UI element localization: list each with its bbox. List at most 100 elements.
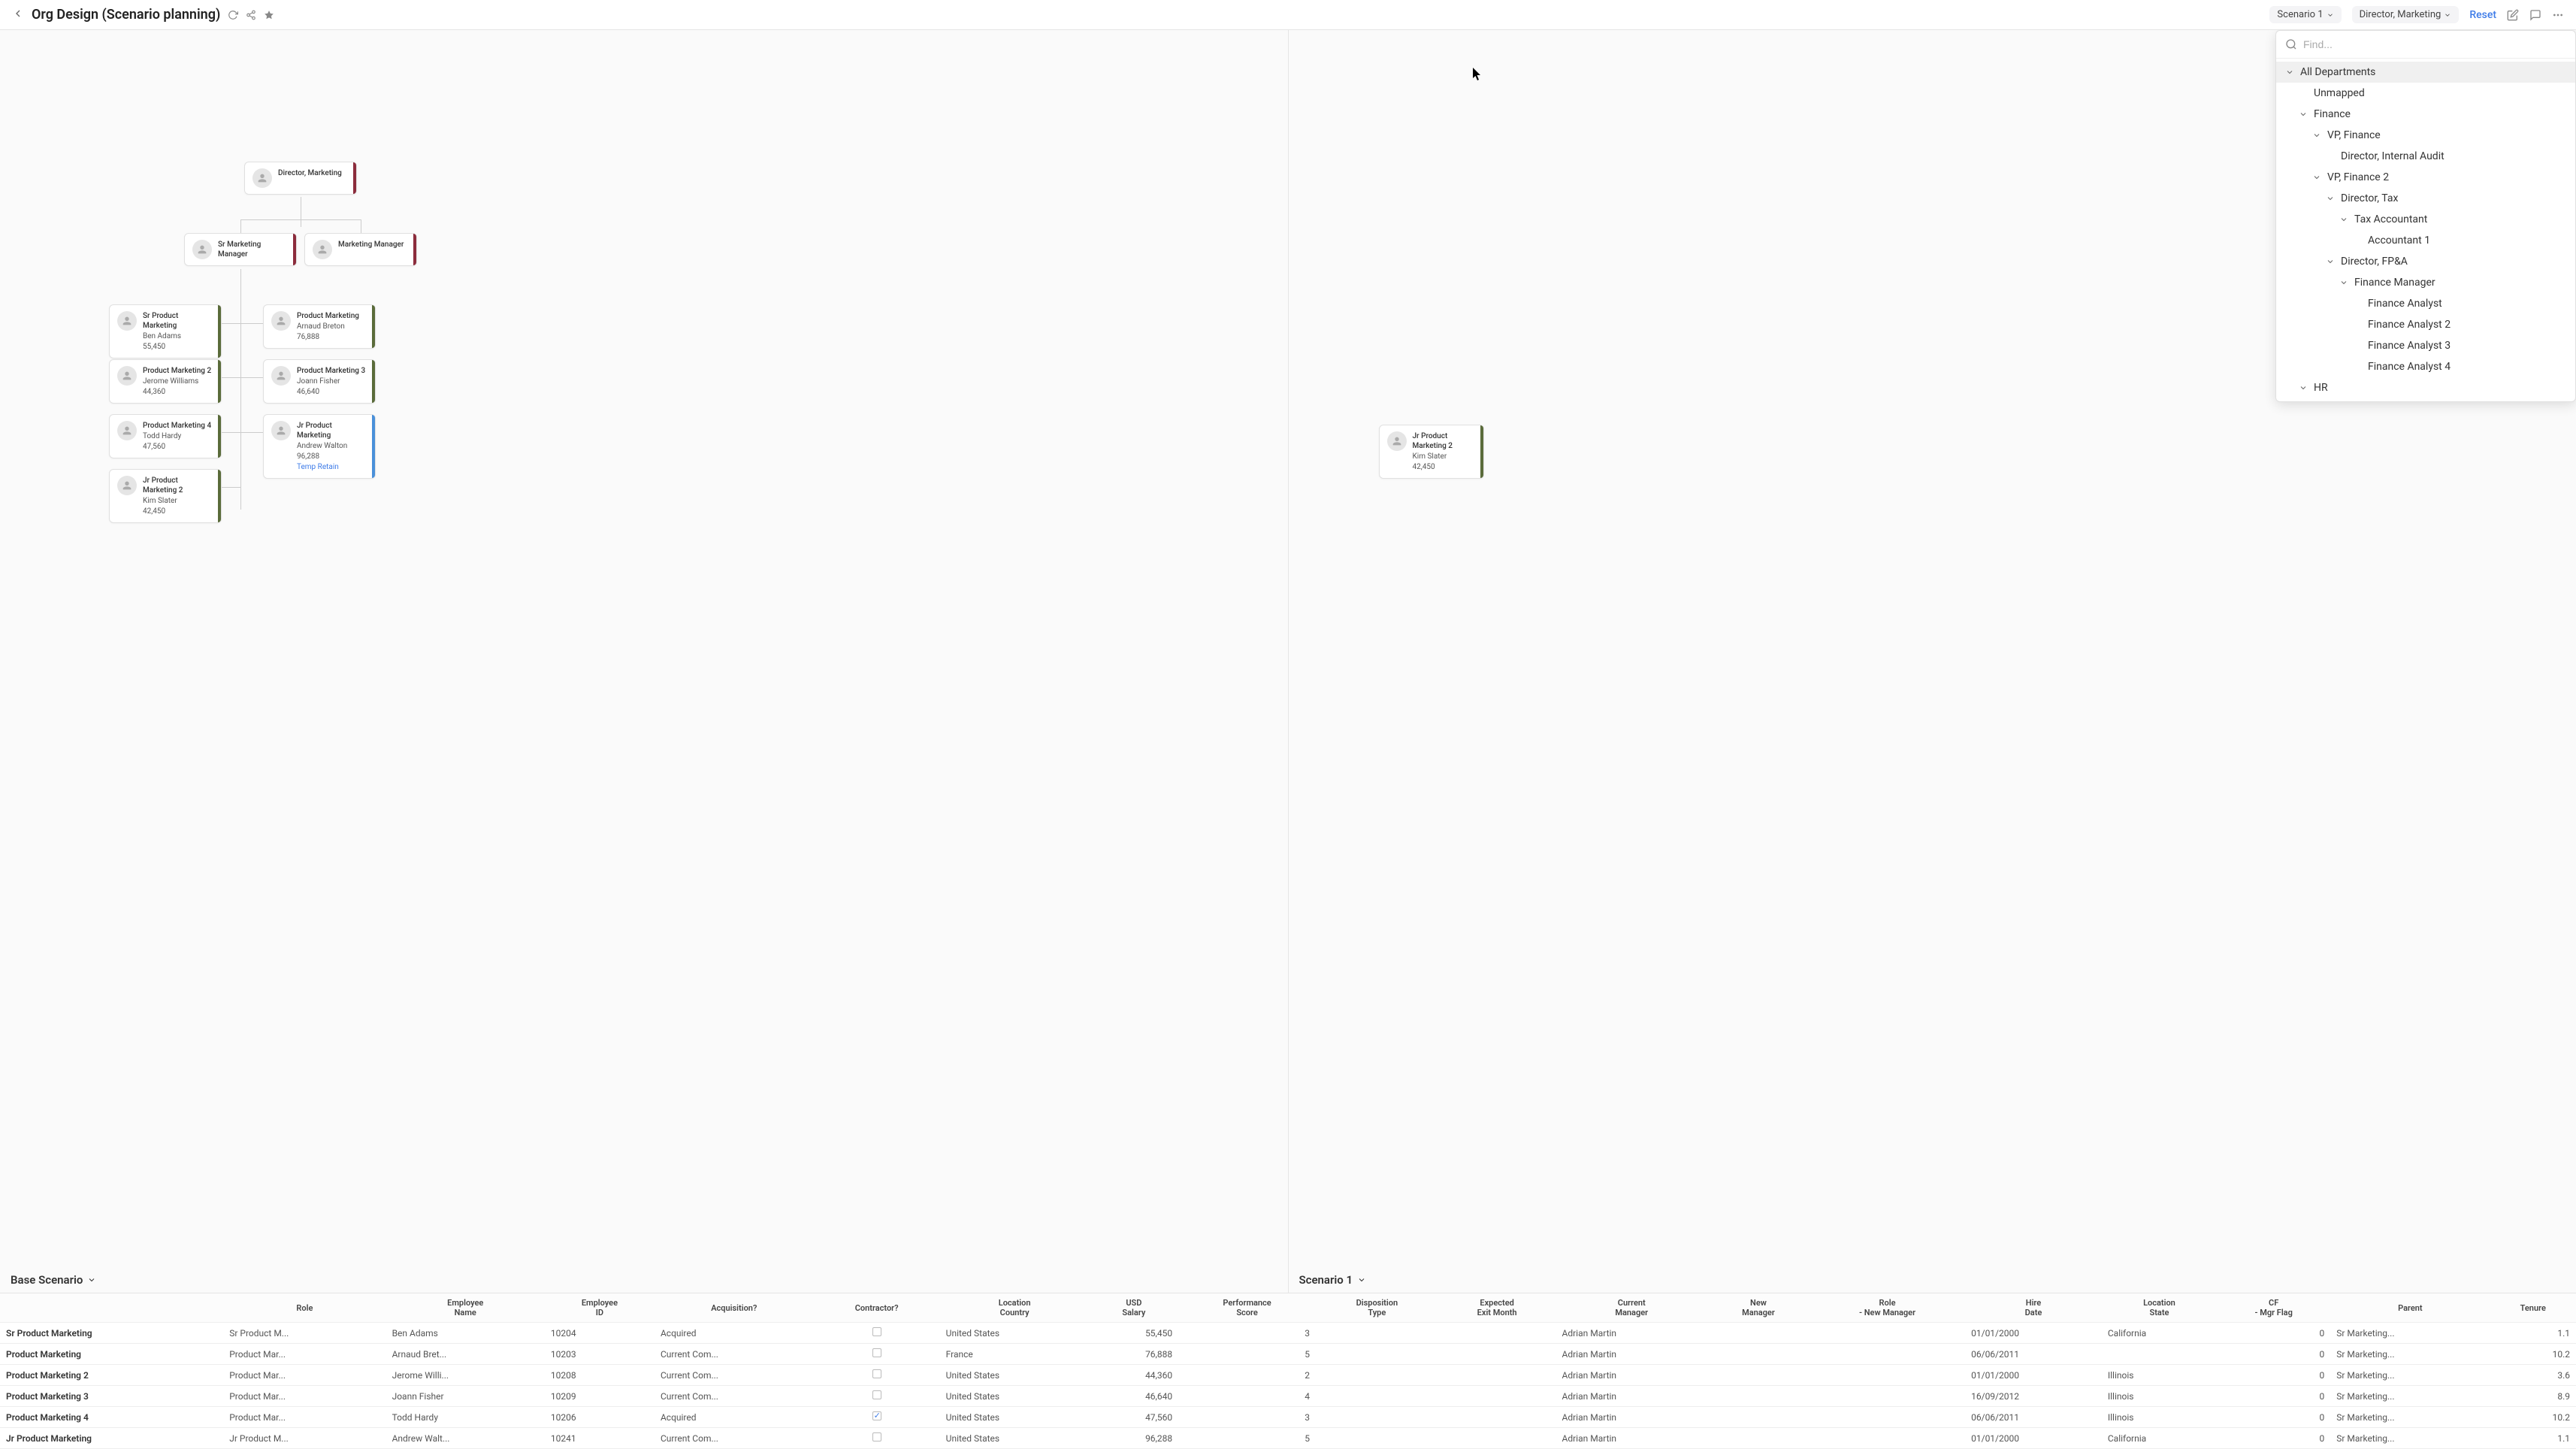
card-salary: 46,640 — [297, 387, 365, 397]
table-header-cell[interactable]: EmployeeName — [386, 1293, 545, 1323]
card-title: Jr Product Marketing 2 — [143, 476, 213, 495]
tree-item-label: Accountant 1 — [2368, 234, 2430, 247]
card-text: Sr Product MarketingBen Adams55,450 — [143, 311, 213, 352]
tree-item[interactable]: VP, Finance 2 — [2276, 167, 2575, 188]
org-card[interactable]: Marketing Manager — [304, 233, 417, 266]
table-header-cell[interactable]: CurrentManager — [1556, 1293, 1708, 1323]
left-pane: Director, Marketing Sr Marketing Manager M… — [0, 30, 1289, 1293]
tree-item[interactable]: Finance — [2276, 104, 2575, 125]
cell-contractor[interactable] — [814, 1386, 940, 1407]
org-card[interactable]: Sr Marketing Manager — [184, 233, 297, 266]
cell-newmgr — [1707, 1428, 1810, 1449]
table-header-cell[interactable]: Contractor? — [814, 1293, 940, 1323]
tree-item[interactable]: HR — [2276, 377, 2575, 398]
table-row[interactable]: Product MarketingProduct Mar...Arnaud Br… — [0, 1344, 2576, 1365]
chevron-down-icon — [2339, 215, 2350, 224]
table-header-cell[interactable]: USDSalary — [1090, 1293, 1179, 1323]
row-label: Product Marketing 4 — [0, 1407, 223, 1428]
org-card[interactable]: Jr Product Marketing 2Kim Slater42,450 — [1379, 425, 1484, 479]
cell-perf: 3 — [1178, 1407, 1316, 1428]
table-row[interactable]: Product Marketing 3Product Mar...Joann F… — [0, 1386, 2576, 1407]
card-name: Kim Slater — [143, 496, 213, 506]
org-card[interactable]: Sr Product MarketingBen Adams55,450 — [109, 304, 222, 358]
tree-item[interactable]: Tax Accountant — [2276, 209, 2575, 230]
table-header-cell[interactable]: ExpectedExit Month — [1438, 1293, 1556, 1323]
card-title: Sr Marketing Manager — [218, 240, 289, 259]
tree-item[interactable]: Accountant 1 — [2276, 230, 2575, 251]
org-card[interactable]: Jr Product Marketing 2Kim Slater42,450 — [109, 469, 222, 523]
cell-contractor[interactable] — [814, 1323, 940, 1344]
cell-contractor[interactable] — [814, 1428, 940, 1449]
org-card[interactable]: Product Marketing 3Joann Fisher46,640 — [263, 359, 376, 404]
back-button[interactable] — [12, 8, 24, 23]
tree-search-input[interactable] — [2303, 38, 2566, 50]
share-icon[interactable] — [246, 10, 256, 20]
table-header-cell[interactable]: LocationState — [2102, 1293, 2217, 1323]
table-row[interactable]: Jr Product MarketingJr Product M...Andre… — [0, 1428, 2576, 1449]
comment-icon[interactable] — [2529, 9, 2541, 21]
org-card[interactable]: Product Marketing 4Todd Hardy47,560 — [109, 414, 222, 458]
org-card[interactable]: Jr Product MarketingAndrew Walton96,288T… — [263, 414, 376, 479]
tree-item[interactable]: Unmapped — [2276, 83, 2575, 104]
tree-item[interactable]: Finance Analyst 2 — [2276, 314, 2575, 335]
cell-disp — [1316, 1344, 1438, 1365]
tree-item[interactable]: VP, Finance — [2276, 125, 2575, 146]
cell-role: Product Mar... — [223, 1407, 385, 1428]
chevron-down-icon — [87, 1275, 96, 1284]
table-header-cell[interactable]: Parent — [2330, 1293, 2490, 1323]
cell-contractor[interactable] — [814, 1344, 940, 1365]
table-row[interactable]: Product Marketing 4Product Mar...Todd Ha… — [0, 1407, 2576, 1428]
star-icon[interactable] — [264, 10, 274, 20]
right-pane-footer-dropdown[interactable]: Scenario 1 — [1299, 1273, 1367, 1287]
card-title: Director, Marketing — [278, 168, 342, 178]
left-pane-footer-dropdown[interactable]: Base Scenario — [11, 1273, 96, 1287]
table-header-cell[interactable]: Role- New Manager — [1810, 1293, 1965, 1323]
table-row[interactable]: Product Marketing 2Product Mar...Jerome … — [0, 1365, 2576, 1386]
table-header-cell[interactable]: EmployeeID — [545, 1293, 655, 1323]
table-header-cell[interactable]: LocationCountry — [940, 1293, 1090, 1323]
table-header-cell[interactable]: Role — [223, 1293, 385, 1323]
cell-contractor[interactable] — [814, 1365, 940, 1386]
tree-item[interactable]: Director, Internal Audit — [2276, 146, 2575, 167]
tree-item-label: HR — [2314, 382, 2328, 394]
role-dropdown[interactable]: Director, Marketing — [2352, 6, 2460, 23]
card-stripe — [372, 415, 375, 478]
cell-role: Product Mar... — [223, 1344, 385, 1365]
tree-item[interactable]: Director, FP&A — [2276, 251, 2575, 272]
tree-item-label: Finance Analyst 4 — [2368, 361, 2451, 373]
scenario-dropdown[interactable]: Scenario 1 — [2269, 6, 2341, 23]
tree-item[interactable]: Finance Analyst 4 — [2276, 356, 2575, 377]
cell-tenure: 1.1 — [2490, 1428, 2576, 1449]
table-header-row: RoleEmployeeNameEmployeeIDAcquisition?Co… — [0, 1293, 2576, 1323]
table-header-cell[interactable]: Tenure — [2490, 1293, 2576, 1323]
table-header-cell[interactable]: NewManager — [1707, 1293, 1810, 1323]
org-card[interactable]: Product MarketingArnaud Breton76,888 — [263, 304, 376, 349]
edit-icon[interactable] — [2507, 9, 2519, 21]
card-stripe — [218, 305, 221, 358]
cell-acq: Current Com... — [655, 1365, 814, 1386]
tree-item[interactable]: Director, Tax — [2276, 188, 2575, 209]
tree-item[interactable]: Finance Analyst 3 — [2276, 335, 2575, 356]
table-header-cell[interactable]: DispositionType — [1316, 1293, 1438, 1323]
card-text: Product Marketing 2Jerome Williams44,360 — [143, 366, 211, 397]
refresh-icon[interactable] — [228, 10, 238, 20]
cell-perf: 3 — [1178, 1323, 1316, 1344]
table-header-cell[interactable]: Acquisition? — [655, 1293, 814, 1323]
org-card[interactable]: Product Marketing 2Jerome Williams44,360 — [109, 359, 222, 404]
cell-tenure: 1.1 — [2490, 1323, 2576, 1344]
table-header-cell[interactable]: CF- Mgr Flag — [2217, 1293, 2330, 1323]
card-text: Jr Product MarketingAndrew Walton96,288T… — [297, 421, 367, 472]
org-canvas-left[interactable]: Director, Marketing Sr Marketing Manager M… — [0, 30, 1288, 1293]
more-icon[interactable] — [2552, 9, 2564, 21]
org-card[interactable]: Director, Marketing — [244, 162, 357, 195]
table-header-cell[interactable] — [0, 1293, 223, 1323]
tree-item[interactable]: Finance Analyst — [2276, 293, 2575, 314]
cell-contractor[interactable] — [814, 1407, 940, 1428]
tree-item[interactable]: Finance Manager — [2276, 272, 2575, 293]
table-header-cell[interactable]: PerformanceScore — [1178, 1293, 1316, 1323]
tree-item[interactable]: All Departments — [2276, 62, 2575, 83]
table-header-cell[interactable]: HireDate — [1965, 1293, 2102, 1323]
reset-link[interactable]: Reset — [2469, 9, 2496, 21]
tree-item-label: Tax Accountant — [2354, 213, 2427, 225]
table-row[interactable]: Sr Product MarketingSr Product M...Ben A… — [0, 1323, 2576, 1344]
